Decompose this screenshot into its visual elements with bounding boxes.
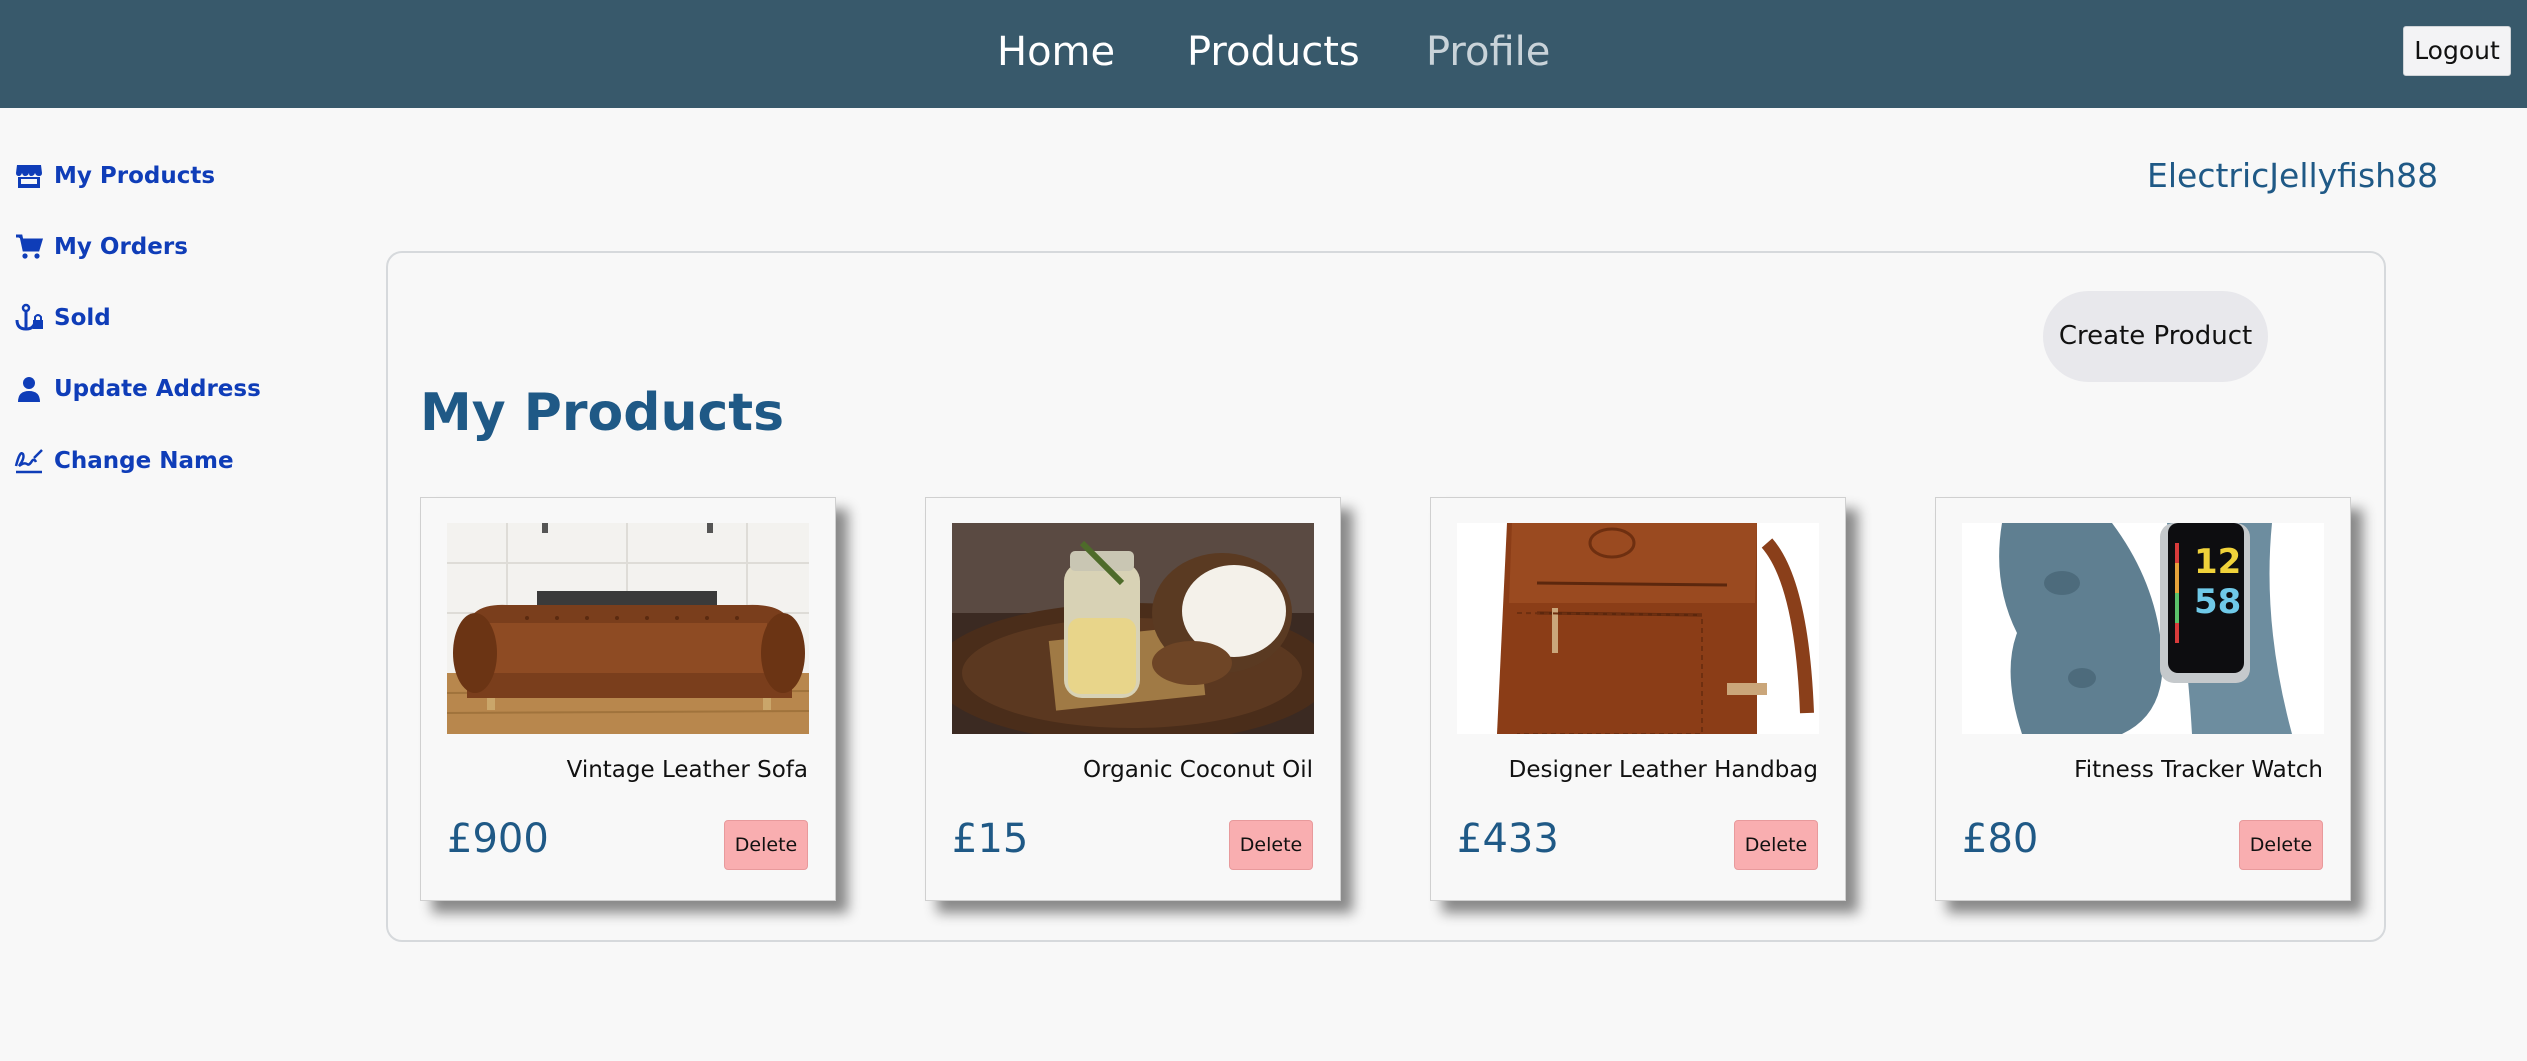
product-card: Designer Leather Handbag £433 Delete: [1430, 497, 1846, 901]
store-icon: [14, 161, 44, 191]
sidebar-item-label: Update Address: [54, 376, 261, 402]
top-navbar: Home Products Profile Logout: [0, 0, 2527, 108]
product-price: £433: [1457, 816, 1559, 862]
delete-button[interactable]: Delete: [724, 820, 808, 870]
product-card: 12 58 Fitness Tracker Watch £80 Delete: [1935, 497, 2351, 901]
nav-profile-link[interactable]: Profile: [1426, 26, 1550, 78]
product-image[interactable]: [447, 523, 809, 734]
page-title: My Products: [420, 383, 785, 443]
product-price: £80: [1962, 816, 2039, 862]
product-card: Organic Coconut Oil £15 Delete: [925, 497, 1341, 901]
sidebar-item-my-orders[interactable]: My Orders: [14, 227, 188, 267]
product-image[interactable]: [952, 523, 1314, 734]
anchor-lock-icon: [14, 303, 44, 333]
delete-button[interactable]: Delete: [2239, 820, 2323, 870]
sidebar-item-label: My Products: [54, 163, 216, 189]
logout-button[interactable]: Logout: [2403, 26, 2511, 76]
product-name: Organic Coconut Oil: [1083, 757, 1313, 783]
product-name: Fitness Tracker Watch: [2074, 757, 2323, 783]
product-name: Designer Leather Handbag: [1508, 757, 1818, 783]
sidebar-item-my-products[interactable]: My Products: [14, 156, 215, 196]
sidebar-item-label: Sold: [54, 305, 111, 331]
product-name: Vintage Leather Sofa: [566, 757, 808, 783]
create-product-button[interactable]: Create Product: [2043, 291, 2268, 382]
product-price: £15: [952, 816, 1029, 862]
nav-home-link[interactable]: Home: [997, 26, 1115, 78]
delete-button[interactable]: Delete: [1229, 820, 1313, 870]
watch-minute-text: 58: [2194, 582, 2241, 622]
username-label: ElectricJellyfish88: [2147, 156, 2439, 195]
delete-button[interactable]: Delete: [1734, 820, 1818, 870]
watch-hour-text: 12: [2194, 542, 2241, 582]
product-image[interactable]: [1457, 523, 1819, 734]
product-price: £900: [447, 816, 549, 862]
sidebar-item-change-name[interactable]: Change Name: [14, 441, 234, 481]
cart-icon: [14, 232, 44, 262]
signature-icon: [14, 446, 44, 476]
product-card: Vintage Leather Sofa £900 Delete: [420, 497, 836, 901]
product-image[interactable]: 12 58: [1962, 523, 2324, 734]
sidebar-item-update-address[interactable]: Update Address: [14, 369, 261, 409]
user-icon: [14, 374, 44, 404]
nav-products-link[interactable]: Products: [1187, 26, 1360, 78]
sidebar-item-label: My Orders: [54, 234, 188, 260]
sidebar-item-label: Change Name: [54, 448, 234, 474]
sidebar-item-sold[interactable]: Sold: [14, 298, 111, 338]
